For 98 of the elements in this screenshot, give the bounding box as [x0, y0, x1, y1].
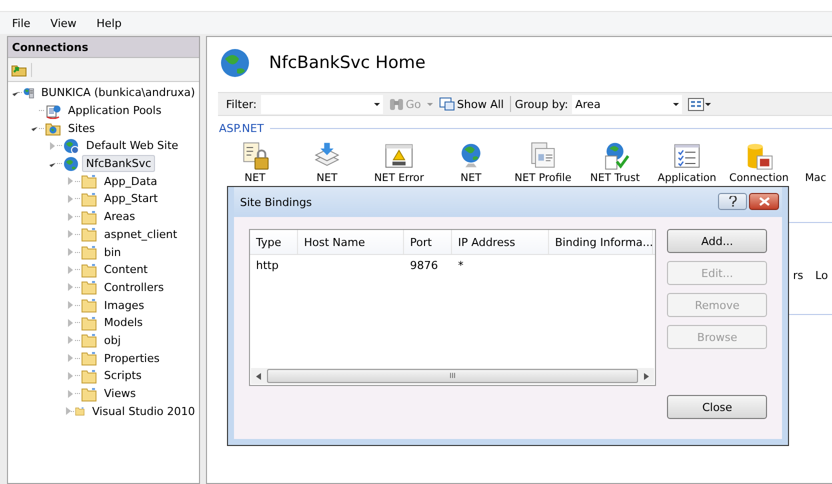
tree-item[interactable]: App_Start — [100, 190, 162, 208]
expand-icon[interactable] — [68, 212, 73, 221]
tree-item[interactable]: Images — [100, 296, 148, 314]
table-cell-text: * — [457, 258, 464, 272]
expand-icon[interactable] — [68, 194, 73, 203]
folder-icon — [81, 279, 97, 296]
menu-item[interactable]: File — [11, 16, 32, 30]
expand-icon[interactable] — [68, 283, 73, 292]
globe-icon — [63, 156, 79, 172]
filter-label: Filter: — [226, 98, 257, 110]
expand-icon[interactable] — [68, 177, 73, 186]
tree-item[interactable]: Scripts — [100, 367, 146, 384]
window-icon — [439, 97, 456, 111]
tree-item[interactable]: App_Data — [100, 172, 162, 190]
expand-icon[interactable] — [68, 390, 73, 398]
expand-icon[interactable] — [68, 248, 73, 256]
feature-label[interactable]: Mac — [805, 172, 826, 184]
tree-item[interactable]: bin — [100, 244, 126, 261]
folder-icon — [81, 332, 97, 348]
connect-icon[interactable] — [11, 62, 27, 76]
menu-item[interactable]: View — [49, 16, 78, 30]
caret-icon — [374, 102, 380, 106]
pool-icon — [45, 102, 61, 119]
filter-field[interactable] — [260, 94, 383, 114]
tree-item[interactable]: Models — [100, 314, 147, 332]
feature-label[interactable]: NET — [316, 172, 338, 184]
expand-icon[interactable] — [68, 266, 73, 274]
expand-icon[interactable] — [68, 230, 73, 238]
caret-icon — [427, 102, 434, 106]
column-header[interactable]: Port — [404, 230, 452, 254]
table-cell-text: http — [255, 258, 280, 272]
dialog-button[interactable]: Add... — [667, 229, 768, 253]
folder-icon — [81, 190, 97, 207]
expand-icon[interactable] — [68, 318, 73, 327]
tree-item[interactable]: NfcBankSvc — [82, 155, 156, 172]
dialog-title: Site Bindings — [240, 196, 312, 208]
folder-icon — [81, 226, 97, 242]
tree-item[interactable]: Default Web Site — [82, 137, 182, 154]
table-cell-text: 9876 — [409, 258, 439, 272]
feature-label[interactable]: NET Error — [374, 172, 424, 184]
panel-header: Connections — [8, 37, 199, 58]
tree-item[interactable]: Areas — [100, 208, 140, 226]
section-heading: ASP.NET — [219, 122, 264, 135]
tree-item[interactable]: obj — [100, 332, 125, 349]
tree-item[interactable]: Content — [100, 261, 152, 278]
feature-label[interactable]: NET — [244, 172, 266, 184]
binoculars-icon — [388, 97, 404, 111]
tree-item[interactable]: BUNKICA (bunkica\andruxa) — [37, 84, 199, 102]
tree-item[interactable]: Sites — [64, 120, 99, 137]
feature-label[interactable]: Connection — [729, 172, 789, 184]
expand-icon[interactable] — [68, 301, 73, 310]
help-button[interactable] — [718, 193, 747, 210]
collapse-icon[interactable] — [31, 125, 38, 132]
tiles-icon — [688, 98, 704, 110]
feature-label[interactable]: Lo — [815, 269, 828, 282]
globe-icon — [219, 47, 251, 79]
tree-item[interactable]: Properties — [100, 350, 164, 367]
show-all-button[interactable]: Show All — [437, 97, 506, 111]
scroll-right-icon — [644, 372, 650, 380]
folder-icon — [81, 368, 97, 384]
tree-item[interactable]: Controllers — [100, 278, 168, 296]
expand-icon[interactable] — [68, 354, 73, 362]
column-header[interactable]: Host Name — [298, 230, 404, 254]
expand-icon[interactable] — [68, 336, 73, 344]
scroll-left-icon — [256, 372, 261, 380]
feature-label[interactable]: Application — [658, 172, 716, 184]
caret-icon — [673, 102, 680, 106]
tree-item[interactable]: Application Pools — [64, 102, 166, 120]
help-icon — [728, 196, 736, 207]
expand-icon[interactable] — [50, 142, 55, 150]
group-by-label: Group by: — [514, 98, 568, 110]
folder-icon — [81, 350, 97, 366]
folder-icon — [81, 208, 97, 225]
folder-icon — [81, 314, 97, 331]
globe-icon — [63, 138, 79, 154]
expand-icon[interactable] — [68, 372, 73, 380]
feature-label[interactable]: NET Profile — [514, 172, 572, 184]
close-icon — [758, 197, 770, 206]
folder-icon — [81, 297, 97, 314]
group-by-dropdown[interactable]: Area — [572, 94, 682, 114]
menu-item[interactable]: Help — [96, 16, 123, 30]
column-header[interactable]: Binding Informa... — [549, 230, 653, 254]
page-title: NfcBankSvc Home — [269, 53, 426, 73]
close-dialog-button[interactable]: Close — [667, 395, 768, 419]
column-header[interactable]: Type — [250, 230, 298, 254]
column-header[interactable]: IP Address — [452, 230, 549, 254]
folder-icon — [81, 262, 97, 278]
tree-item[interactable]: Visual Studio 2010 — [88, 402, 199, 420]
close-button[interactable] — [749, 193, 779, 210]
tree-item[interactable]: aspnet_client — [100, 226, 182, 243]
feature-label[interactable]: NET Trust — [590, 172, 640, 184]
feature-label[interactable]: NET — [460, 172, 482, 184]
feature-label[interactable]: rs — [793, 269, 804, 282]
folder-icon — [81, 244, 97, 260]
caret-icon — [705, 102, 712, 106]
folder-icon — [81, 173, 97, 190]
tree-item[interactable]: Views — [100, 385, 140, 402]
view-button[interactable] — [686, 98, 714, 110]
